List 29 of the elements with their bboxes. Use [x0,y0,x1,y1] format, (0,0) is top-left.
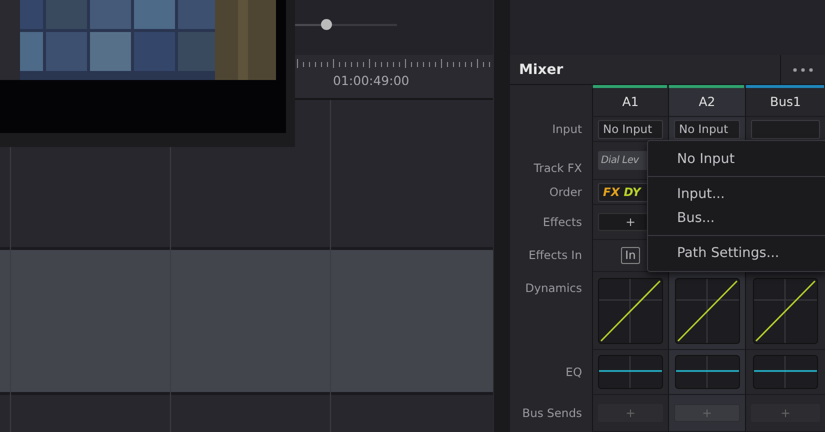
channel-header[interactable]: Bus1 [745,88,825,117]
panel-title: Mixer [518,61,564,80]
dynamics-graph[interactable] [598,278,663,344]
row-label: Bus Sends [522,404,582,422]
row-label: Order [549,184,582,201]
input-field[interactable]: No Input [674,120,740,138]
menu-item[interactable]: Path Settings... [648,241,825,265]
input-field[interactable] [751,120,820,138]
row-label: Dynamics [525,280,582,297]
channel-name: A2 [698,92,716,111]
row-label: Track FX [534,160,582,177]
zoom-slider[interactable] [295,18,397,30]
channel-name: Bus1 [770,92,801,111]
channel-header[interactable]: A2 [668,88,745,117]
effects-in-button[interactable]: In [621,247,640,264]
channel-name: A1 [622,92,639,111]
row-label: EQ [566,364,582,381]
row-label: Effects [542,214,582,231]
input-field[interactable]: No Input [598,120,663,138]
timecode: 01:00:49:00 [333,72,410,90]
slider-thumb[interactable] [320,18,332,30]
dynamics-graph[interactable] [753,278,818,344]
row-label: Effects In [528,247,582,264]
dynamics-graph[interactable] [674,278,740,344]
eq-graph[interactable] [674,355,740,389]
eq-graph[interactable] [598,355,663,389]
row-label: Input [552,120,582,138]
more-options-icon[interactable] [793,68,813,72]
eq-graph[interactable] [753,355,818,389]
